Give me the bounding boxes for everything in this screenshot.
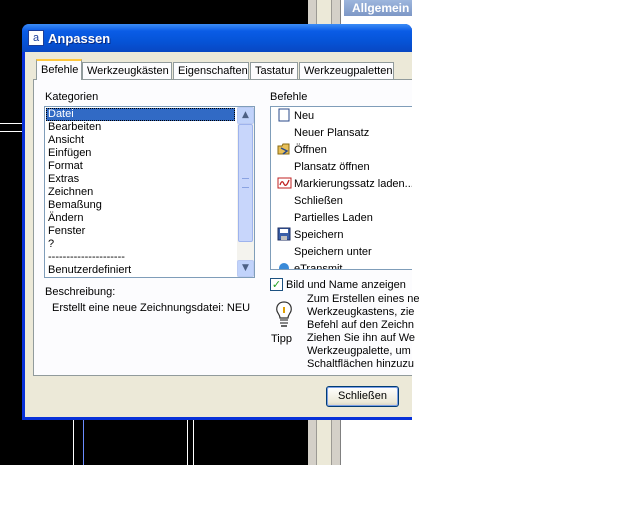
category-item[interactable]: Format (46, 160, 235, 173)
scroll-up-icon[interactable]: ▲ (237, 107, 254, 124)
tip-text-line: Werkzeugkastens, zie (307, 306, 415, 318)
scrollbar-grip-icon (242, 178, 249, 188)
open-folder-icon (276, 142, 292, 158)
tab-werkzeugkaesten[interactable]: Werkzeugkästen (82, 62, 172, 79)
tip-text-line: Ziehen Sie ihn auf We (307, 332, 416, 344)
category-item[interactable]: Benutzerdefiniert (46, 264, 235, 277)
command-label: Öffnen (294, 144, 327, 156)
tip-label: Tipp (271, 333, 292, 345)
category-item[interactable]: ? (46, 238, 235, 251)
command-label: Markierungssatz laden... (294, 178, 412, 190)
description-label: Beschreibung: (45, 286, 116, 298)
description-text: Erstellt eine neue Zeichnungsdatei: NEU (52, 302, 251, 314)
etransmit-icon (276, 261, 292, 269)
command-label: Partielles Laden (294, 212, 373, 224)
command-label: Neu (294, 110, 315, 122)
customize-icon: a (28, 30, 44, 46)
command-item[interactable]: Schließen (276, 193, 412, 210)
save-disk-icon (276, 227, 292, 243)
category-item-datei[interactable]: Datei (46, 108, 235, 121)
lightbulb-icon (274, 300, 294, 332)
show-image-name-checkbox[interactable]: ✓ (270, 278, 283, 291)
drawing-line (193, 420, 194, 465)
tab-werkzeugpaletten[interactable]: Werkzeugpaletten (299, 62, 394, 79)
drawing-line (187, 420, 188, 465)
category-item[interactable]: Bearbeiten (46, 121, 235, 134)
category-item[interactable]: Einfügen (46, 147, 235, 160)
command-label: Speichern unter (294, 246, 372, 258)
command-item-neu[interactable]: Neu (276, 108, 412, 125)
tab-befehle[interactable]: Befehle (36, 59, 82, 80)
dialog-title: Anpassen (48, 31, 111, 46)
new-file-icon (276, 108, 292, 124)
crosshair-line (0, 123, 22, 124)
command-label: eTransmit (294, 263, 343, 269)
category-item[interactable]: Extras (46, 173, 235, 186)
scroll-down-icon[interactable]: ▼ (237, 260, 254, 277)
category-item[interactable]: Ändern (46, 212, 235, 225)
category-item[interactable]: Ansicht (46, 134, 235, 147)
category-item[interactable]: Zeichnen (46, 186, 235, 199)
commands-label: Befehle (270, 91, 308, 103)
tab-tastatur[interactable]: Tastatur (250, 62, 298, 79)
tip-text-line: Zum Erstellen eines ne (307, 293, 420, 305)
crosshair-line (0, 131, 22, 132)
markup-icon (276, 176, 292, 192)
close-button[interactable]: Schließen (326, 386, 399, 407)
tip-text-line: Schaltflächen hinzuzu (307, 358, 415, 370)
command-label: Speichern (294, 229, 344, 241)
drawing-line (83, 420, 84, 465)
command-label: Schließen (294, 195, 343, 207)
categories-label: Kategorien (45, 91, 99, 103)
command-item[interactable]: Partielles Laden (276, 210, 412, 227)
show-image-name-label[interactable]: Bild und Name anzeigen (286, 279, 406, 291)
command-item-markierungssatz[interactable]: Markierungssatz laden... (276, 176, 412, 193)
command-item[interactable]: Speichern unter (276, 244, 412, 261)
category-separator[interactable]: --------------------- (46, 251, 235, 264)
category-item[interactable]: Fenster (46, 225, 235, 238)
tab-eigenschaften[interactable]: Eigenschaften (173, 62, 249, 79)
command-item[interactable]: Neuer Plansatz (276, 125, 412, 142)
category-item[interactable]: Bemaßung (46, 199, 235, 212)
command-label: Neuer Plansatz (294, 127, 370, 139)
tip-text-line: Befehl auf den Zeichn (307, 319, 415, 331)
command-item-oeffnen[interactable]: Öffnen (276, 142, 412, 159)
tip-text-line: Werkzeugpalette, um (307, 345, 411, 357)
command-label: Plansatz öffnen (294, 161, 370, 173)
drawing-line (73, 420, 74, 465)
command-item[interactable]: Plansatz öffnen (276, 159, 412, 176)
command-item-speichern[interactable]: Speichern (276, 227, 412, 244)
properties-panel-header[interactable]: Allgemein (344, 0, 412, 16)
command-item-etransmit[interactable]: eTransmit (276, 261, 412, 269)
